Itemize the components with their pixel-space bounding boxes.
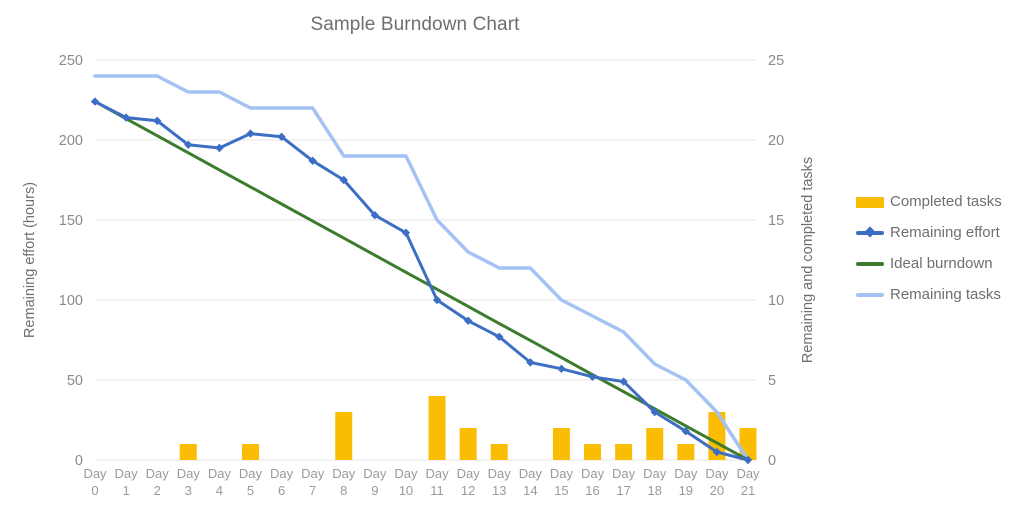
legend-swatch-completed-tasks [856, 193, 884, 211]
left-axis-tick-label: 150 [59, 213, 83, 229]
category-label: Day [425, 466, 449, 481]
left-axis-title: Remaining effort (hours) [22, 182, 38, 338]
bar [677, 444, 695, 460]
category-label: 20 [710, 483, 724, 498]
data-point-marker [557, 364, 566, 373]
legend-item[interactable]: Remaining effort [856, 217, 1024, 248]
category-label: 21 [741, 483, 755, 498]
right-axis-ticks: 0 5 10 15 20 25 [748, 53, 784, 469]
category-label: Day [581, 466, 605, 481]
category-label: 4 [216, 483, 223, 498]
category-label: 15 [554, 483, 568, 498]
category-label: Day [643, 466, 667, 481]
category-label: 3 [185, 483, 192, 498]
gridlines [95, 59, 748, 461]
category-label: Day [301, 466, 325, 481]
bar [584, 444, 602, 460]
line-series [90, 74, 753, 465]
category-label: 9 [371, 483, 378, 498]
legend-line-swatch [856, 292, 884, 297]
category-label: Day [550, 466, 574, 481]
bar [335, 412, 353, 460]
category-label: Day [612, 466, 636, 481]
category-label: Day [736, 466, 760, 481]
category-label: Day [488, 466, 512, 481]
bar [179, 444, 197, 460]
bar [428, 396, 446, 460]
legend-label: Completed tasks [890, 193, 1002, 210]
left-axis-tick-label: 0 [75, 453, 83, 469]
category-label: 7 [309, 483, 316, 498]
category-label: 14 [523, 483, 537, 498]
legend-line-swatch [856, 261, 884, 266]
left-axis-ticks: 0 50 100 150 200 250 [59, 53, 83, 469]
left-axis-tick-label: 50 [67, 373, 83, 389]
category-label: 17 [616, 483, 630, 498]
bar [490, 444, 508, 460]
left-axis-tick-label: 100 [59, 293, 83, 309]
category-label: Day [83, 466, 107, 481]
bar [241, 444, 259, 460]
chart-legend: Completed tasks Remaining effort Ideal b… [856, 186, 1024, 310]
category-label: 12 [461, 483, 475, 498]
category-label: Day [270, 466, 294, 481]
category-label: Day [177, 466, 201, 481]
bar [646, 428, 664, 460]
left-axis-tick-label: 250 [59, 53, 83, 69]
category-label: 1 [122, 483, 129, 498]
category-label: Day [239, 466, 263, 481]
bar [615, 444, 633, 460]
bar-series-completed-tasks [179, 396, 757, 460]
category-label: Day [705, 466, 729, 481]
category-label: 10 [399, 483, 413, 498]
right-axis-tick-label: 0 [768, 453, 776, 469]
legend-label: Ideal burndown [890, 255, 993, 272]
legend-label: Remaining tasks [890, 286, 1001, 303]
category-axis-labels: Day 0 Day 1 Day 2 Day 3 Day 4 Day 5 Day 6 Day 7 Day 8 Day 9… [83, 466, 760, 498]
legend-item[interactable]: Completed tasks [856, 186, 1024, 217]
category-label: Day [208, 466, 232, 481]
left-axis-tick-label: 200 [59, 133, 83, 149]
right-axis-tick-label: 10 [768, 293, 784, 309]
category-label: Day [146, 466, 170, 481]
category-label: Day [115, 466, 139, 481]
right-axis-tick-label: 25 [768, 53, 784, 69]
category-label: 16 [585, 483, 599, 498]
legend-swatch-ideal-burndown [856, 255, 884, 273]
legend-item[interactable]: Remaining tasks [856, 279, 1024, 310]
category-label: Day [519, 466, 543, 481]
legend-item[interactable]: Ideal burndown [856, 248, 1024, 279]
category-label: 18 [647, 483, 661, 498]
right-axis-tick-label: 15 [768, 213, 784, 229]
legend-label: Remaining effort [890, 224, 1000, 241]
category-label: 11 [430, 483, 444, 498]
category-label: 6 [278, 483, 285, 498]
legend-diamond-marker [864, 225, 876, 238]
legend-bar-swatch [856, 196, 884, 208]
category-label: 2 [154, 483, 161, 498]
right-axis-tick-label: 5 [768, 373, 776, 389]
right-axis-tick-label: 20 [768, 133, 784, 149]
category-label: 5 [247, 483, 254, 498]
category-label: Day [394, 466, 418, 481]
category-label: 0 [91, 483, 98, 498]
category-label: Day [332, 466, 356, 481]
category-label: Day [674, 466, 698, 481]
category-label: 19 [679, 483, 693, 498]
burndown-chart: Sample Burndown Chart 0 50 100 150 200 250 05… [0, 0, 1024, 511]
legend-swatch-remaining-tasks [856, 286, 884, 304]
category-label: Day [363, 466, 387, 481]
bar [459, 428, 477, 460]
category-label: 8 [340, 483, 347, 498]
right-axis-title: Remaining and completed tasks [800, 157, 816, 363]
bar [552, 428, 570, 460]
category-label: 13 [492, 483, 506, 498]
legend-swatch-remaining-effort [856, 224, 884, 242]
category-label: Day [457, 466, 481, 481]
